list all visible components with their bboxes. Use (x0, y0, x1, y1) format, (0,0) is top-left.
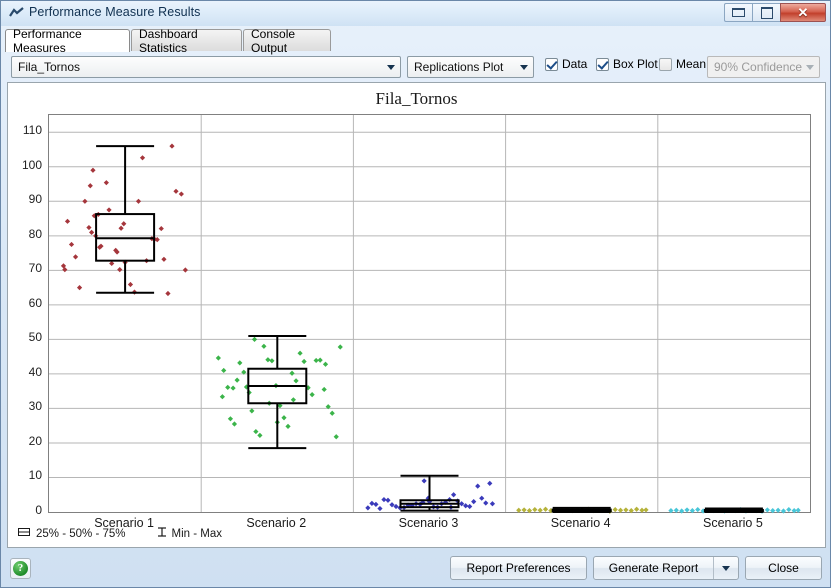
checkbox-data-label: Data (562, 57, 588, 71)
y-axis-tick: 0 (35, 503, 42, 517)
y-axis-tick: 90 (28, 192, 42, 207)
close-dialog-label: Close (768, 561, 799, 575)
checkbox-box-plot-box (596, 57, 609, 71)
chevron-down-icon (801, 58, 818, 76)
y-axis-tick: 80 (28, 226, 42, 241)
min-max-icon (156, 526, 168, 541)
help-button[interactable]: ? (10, 558, 31, 579)
close-button[interactable]: ✕ (780, 3, 826, 22)
box-plot-icon (16, 526, 32, 541)
tab-label: Dashboard Statistics (139, 26, 198, 55)
window-title: Performance Measure Results (29, 5, 201, 19)
close-dialog-button[interactable]: Close (745, 556, 822, 580)
checkbox-mean-box (659, 57, 672, 71)
y-axis-tick: 20 (28, 433, 42, 448)
tab-label: Performance Measures (13, 27, 82, 55)
y-axis-tick: 30 (28, 399, 42, 414)
chart-panel: Fila_Tornos 0 10 20 30 40 50 60 70 80 90 100 110 Sc… (7, 82, 826, 548)
checkbox-mean[interactable]: Mean (659, 57, 706, 71)
plot-legend: 25% - 50% - 75% Min - Max (16, 526, 222, 541)
minimize-icon (732, 8, 745, 17)
window-controls: ✕ (724, 3, 826, 22)
y-axis-tick: 110 (22, 123, 42, 138)
y-axis-tick: 100 (21, 157, 42, 172)
y-axis-tick: 60 (28, 295, 42, 310)
generate-report-label: Generate Report (608, 561, 699, 575)
plot-type-select[interactable]: Replications Plot (407, 56, 534, 78)
measure-select-value: Fila_Tornos (18, 60, 81, 74)
legend-whisker-label: Min - Max (171, 527, 222, 540)
confidence-select-value: 90% Confidence (714, 60, 803, 74)
chevron-down-icon (382, 58, 399, 76)
checkbox-box-plot-label: Box Plot (613, 57, 658, 71)
y-axis-tick: 40 (28, 364, 42, 379)
report-preferences-label: Report Preferences (466, 561, 571, 575)
x-axis-tick: Scenario 5 (703, 516, 763, 530)
dialog-footer: ? Report Preferences Generate Report Clo… (1, 549, 830, 587)
tab-dashboard-statistics[interactable]: Dashboard Statistics (131, 27, 242, 55)
chart-toolbar: Fila_Tornos Replications Plot Data Box P… (7, 54, 826, 80)
measure-select[interactable]: Fila_Tornos (11, 56, 401, 78)
y-axis-tick: 70 (28, 261, 42, 276)
report-preferences-button[interactable]: Report Preferences (450, 556, 587, 580)
legend-box-label: 25% - 50% - 75% (36, 527, 126, 540)
maximize-icon (760, 6, 773, 19)
minimize-button[interactable] (724, 3, 752, 22)
chevron-down-icon (515, 58, 532, 76)
y-axis-tick: 10 (28, 468, 42, 483)
help-icon: ? (13, 561, 28, 576)
y-axis-labels: 0 10 20 30 40 50 60 70 80 90 100 110 (8, 83, 825, 547)
tab-performance-measures[interactable]: Performance Measures (5, 27, 130, 55)
chart-icon (9, 6, 25, 20)
x-axis-tick: Scenario 3 (398, 516, 459, 530)
generate-report-button[interactable]: Generate Report (593, 556, 739, 580)
checkbox-data-box (545, 57, 558, 71)
x-axis-tick: Scenario 2 (246, 516, 307, 530)
maximize-button[interactable] (752, 3, 780, 22)
checkbox-data[interactable]: Data (545, 57, 587, 71)
tab-bar: Performance Measures Dashboard Statistic… (5, 27, 828, 55)
plot-type-select-value: Replications Plot (414, 60, 504, 74)
tab-label: Console Output (251, 26, 296, 55)
performance-measure-results-window: Performance Measure Results ✕ Performanc… (0, 0, 831, 588)
x-axis-tick: Scenario 4 (550, 516, 611, 530)
confidence-select[interactable]: 90% Confidence (707, 56, 820, 78)
window-title-bar: Performance Measure Results ✕ (1, 1, 830, 26)
tab-console-output[interactable]: Console Output (243, 27, 331, 55)
chevron-down-icon[interactable] (714, 565, 738, 571)
checkbox-mean-label: Mean (676, 57, 707, 71)
close-icon: ✕ (797, 5, 809, 20)
y-axis-tick: 50 (28, 330, 42, 345)
checkbox-box-plot[interactable]: Box Plot (596, 57, 658, 71)
